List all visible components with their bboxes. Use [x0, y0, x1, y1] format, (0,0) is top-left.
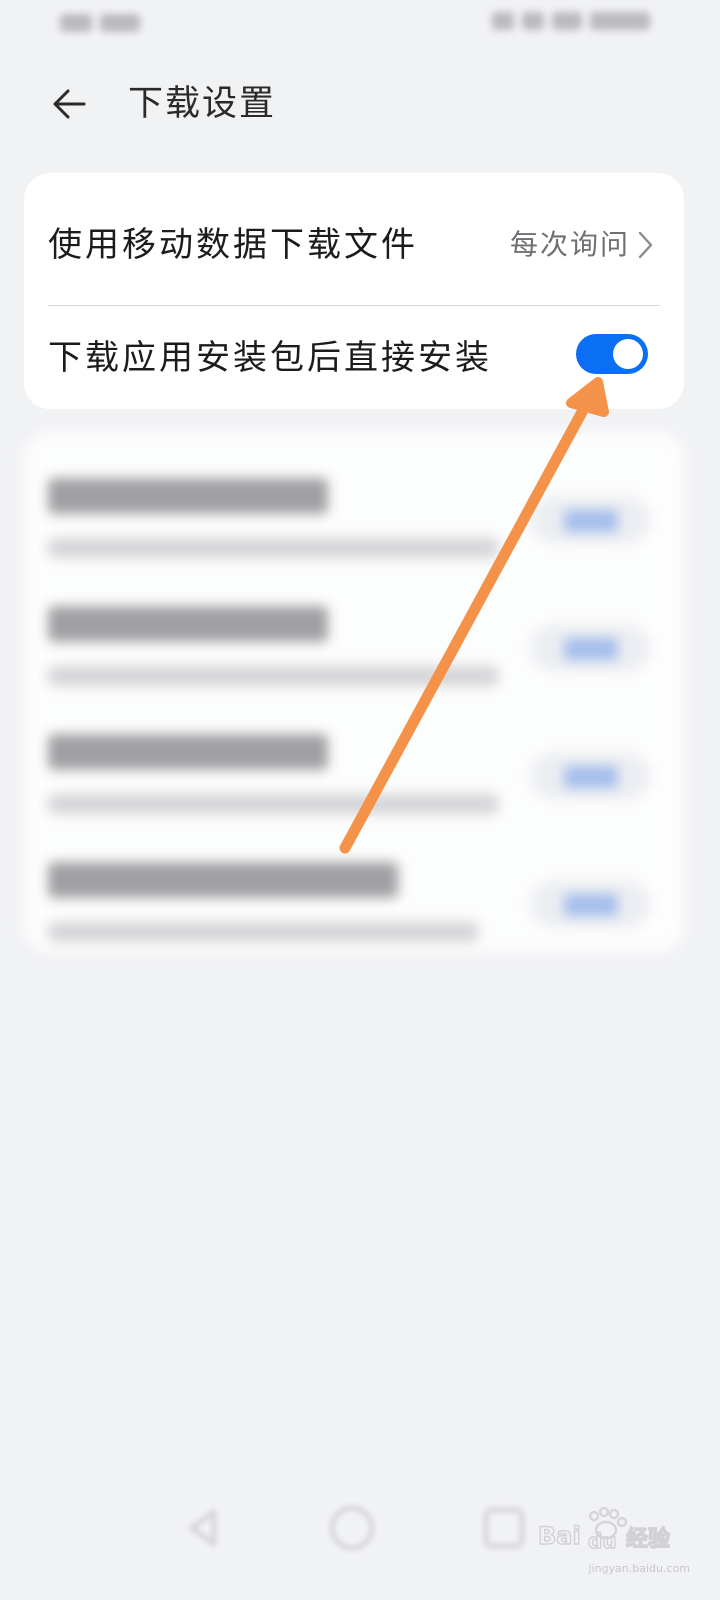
nav-recents-icon[interactable] — [484, 1508, 524, 1548]
blurred-button — [530, 496, 650, 544]
svg-text:经验: 经验 — [626, 1526, 670, 1552]
battery-icon — [590, 12, 650, 30]
blurred-button — [530, 880, 650, 928]
blurred-subtitle — [48, 666, 498, 686]
mobile-data-download-row[interactable]: 使用移动数据下载文件 每次询问 — [48, 173, 660, 305]
chevron-right-icon — [638, 231, 653, 259]
nav-home-icon[interactable] — [330, 1506, 374, 1550]
wifi-icon — [522, 12, 544, 30]
status-right-icons — [492, 12, 650, 30]
blurred-row — [48, 452, 660, 580]
auto-install-label: 下载应用安装包后直接安装 — [48, 338, 492, 378]
svg-text:du: du — [588, 1529, 617, 1553]
app-header: 下载设置 — [0, 70, 720, 140]
blurred-button — [530, 752, 650, 800]
blurred-row — [48, 580, 660, 708]
toggle-knob — [613, 339, 643, 369]
auto-install-row: 下载应用安装包后直接安装 — [48, 306, 660, 409]
blurred-row — [48, 836, 660, 964]
alarm-icon — [492, 12, 514, 30]
watermark-url: jingyan.baidu.com — [588, 1562, 690, 1575]
nav-back-icon[interactable] — [182, 1506, 226, 1550]
back-arrow-icon[interactable] — [48, 82, 92, 126]
download-settings-card: 使用移动数据下载文件 每次询问 下载应用安装包后直接安装 — [24, 173, 684, 409]
carrier-icon — [60, 14, 92, 32]
blurred-subtitle — [48, 538, 498, 558]
auto-install-toggle[interactable] — [576, 334, 648, 374]
mobile-data-download-value: 每次询问 — [509, 228, 630, 261]
blurred-location-card — [24, 432, 684, 952]
blurred-title — [48, 478, 328, 514]
page-title: 下载设置 — [128, 84, 277, 124]
blurred-button — [530, 624, 650, 672]
mobile-data-download-label: 使用移动数据下载文件 — [48, 225, 418, 265]
blurred-title — [48, 734, 328, 770]
blurred-subtitle — [48, 794, 498, 814]
status-left-icons — [60, 12, 160, 34]
status-bar — [0, 0, 720, 50]
signal-icon — [100, 14, 140, 32]
baidu-jingyan-watermark-logo: Bai du 经验 — [537, 1506, 671, 1554]
network-icon — [552, 12, 582, 30]
blurred-subtitle — [48, 922, 478, 942]
blurred-title — [48, 862, 398, 898]
blurred-title — [48, 606, 328, 642]
svg-text:Bai: Bai — [538, 1522, 581, 1550]
blurred-row — [48, 708, 660, 836]
